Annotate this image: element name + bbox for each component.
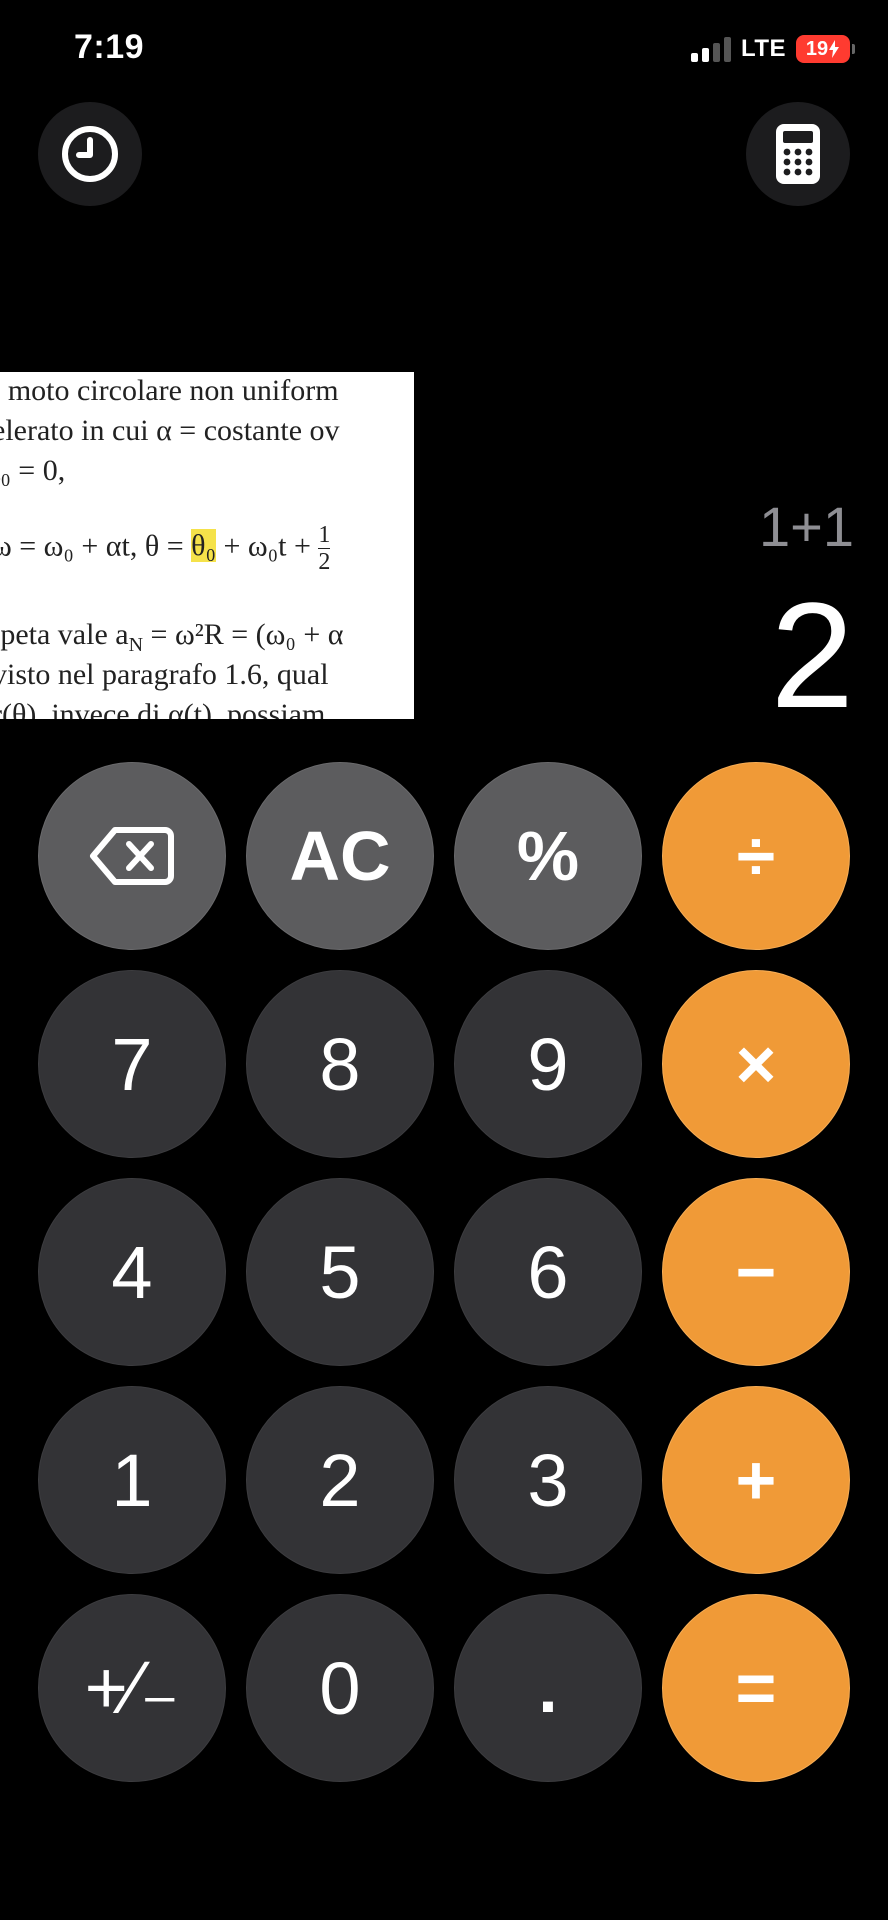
battery-level: 19: [805, 37, 829, 60]
textbook-text: ω = ω₀ + αt, θ =: [0, 529, 192, 563]
digit-3-button[interactable]: 3: [454, 1386, 642, 1574]
clock-icon: [62, 126, 118, 182]
textbook-line: r(θ), invece di α(t), possiam: [0, 698, 326, 719]
textbook-equation-line: ω = ω₀ + αt, θ = θ₀ + ω₀t + 12: [0, 522, 331, 575]
equals-button[interactable]: =: [662, 1594, 850, 1782]
digit-6-button[interactable]: 6: [454, 1178, 642, 1366]
add-button[interactable]: +: [662, 1386, 850, 1574]
textbook-subscript: N: [128, 634, 144, 656]
digit-4-button[interactable]: 4: [38, 1178, 226, 1366]
textbook-line: t₀ = 0,: [0, 454, 66, 487]
status-indicators: LTE 19: [690, 34, 855, 64]
highlighted-theta: θ₀: [191, 529, 216, 563]
digit-5-button[interactable]: 5: [246, 1178, 434, 1366]
result-display: 2: [770, 571, 854, 739]
backspace-button[interactable]: [38, 762, 226, 950]
network-type-label: LTE: [740, 35, 786, 62]
textbook-line: i moto circolare non uniform: [0, 374, 339, 407]
digit-7-button[interactable]: 7: [38, 970, 226, 1158]
calculator-mode-button[interactable]: [746, 102, 850, 206]
lightning-icon: [829, 40, 840, 58]
battery-icon: 19: [796, 35, 855, 63]
fraction-denominator: 2: [318, 549, 331, 575]
digit-2-button[interactable]: 2: [246, 1386, 434, 1574]
percent-button[interactable]: %: [454, 762, 642, 950]
textbook-image-overlay[interactable]: i moto circolare non uniform elerato in …: [0, 372, 414, 719]
textbook-line: ipeta vale aN = ω²R = (ω₀ + α: [0, 618, 343, 657]
signal-strength-icon: [690, 36, 731, 62]
subtract-button[interactable]: −: [662, 1178, 850, 1366]
digit-1-button[interactable]: 1: [38, 1386, 226, 1574]
toggle-sign-button[interactable]: +⁄₋: [38, 1594, 226, 1782]
divide-button[interactable]: ÷: [662, 762, 850, 950]
fraction-numerator: 1: [318, 522, 331, 549]
textbook-text: + ω₀t +: [215, 529, 319, 563]
backspace-icon: [90, 827, 174, 885]
digit-8-button[interactable]: 8: [246, 970, 434, 1158]
expression-display: 1+1: [759, 495, 854, 558]
status-time: 7:19: [74, 28, 145, 66]
digit-9-button[interactable]: 9: [454, 970, 642, 1158]
keypad: AC % ÷ 7 8 9 × 4 5 6 − 1 2 3 + +⁄₋ 0 . =: [38, 762, 850, 1782]
textbook-text: = ω²R = (ω₀ + α: [143, 618, 344, 651]
multiply-button[interactable]: ×: [662, 970, 850, 1158]
decimal-button[interactable]: .: [454, 1594, 642, 1782]
textbook-line: visto nel paragrafo 1.6, qual: [0, 658, 329, 691]
calculator-icon: [776, 124, 820, 184]
textbook-line: elerato in cui α = costante ov: [0, 414, 340, 447]
textbook-text: ipeta vale a: [0, 618, 129, 651]
history-button[interactable]: [38, 102, 142, 206]
digit-0-button[interactable]: 0: [246, 1594, 434, 1782]
all-clear-button[interactable]: AC: [246, 762, 434, 950]
